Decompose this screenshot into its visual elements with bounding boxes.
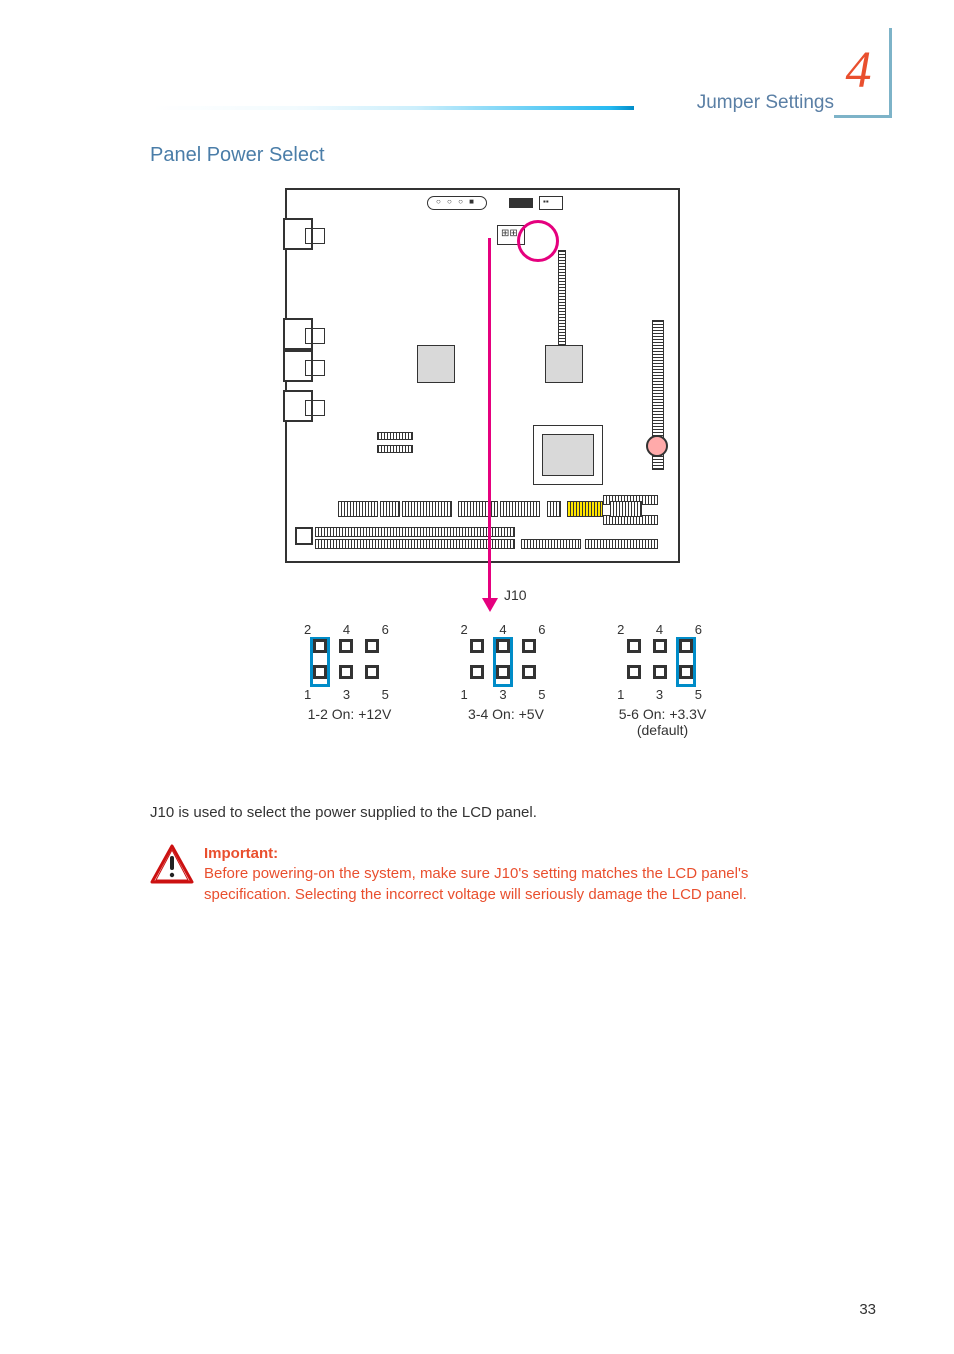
callout-circle [517, 220, 559, 262]
header-title: Jumper Settings [697, 92, 834, 114]
jumper-option-3: 2 4 6 1 3 5 5-6 On: +3.3V (default) [609, 622, 716, 742]
jumper-ref-label: J10 [504, 587, 527, 603]
jumper-pins [313, 639, 385, 685]
warning-body: Before powering-on the system, make sure… [204, 865, 748, 902]
warning-callout: Important: Before powering-on the system… [150, 844, 764, 905]
jumper-default: (default) [637, 722, 688, 738]
pins-bottom-label: 1 3 5 [609, 687, 716, 702]
motherboard-diagram [285, 188, 680, 563]
pins-bottom-label: 1 3 5 [453, 687, 560, 702]
jumper-setting: 3-4 On: +5V [468, 706, 544, 722]
callout-arrow-line [488, 238, 491, 602]
pins-top-label: 2 4 6 [609, 622, 716, 637]
pins-top-label: 2 4 6 [296, 622, 403, 637]
jumper-options-row: 2 4 6 1 3 5 1-2 On: +12V 2 4 6 1 3 5 3-4… [296, 622, 716, 742]
pins-top-label: 2 4 6 [453, 622, 560, 637]
jumper-option-1: 2 4 6 1 3 5 1-2 On: +12V [296, 622, 403, 742]
jumper-pins [627, 639, 699, 685]
important-label: Important: [204, 845, 278, 862]
header-gradient [150, 106, 634, 110]
callout-arrow-head [482, 598, 498, 612]
jumper-setting: 5-6 On: +3.3V [619, 706, 707, 722]
warning-icon [150, 844, 194, 884]
jumper-pins [470, 639, 542, 685]
jumper-option-2: 2 4 6 1 3 5 3-4 On: +5V [453, 622, 560, 742]
section-title: Panel Power Select [150, 144, 325, 167]
chapter-number: 4 [846, 41, 878, 102]
page-number: 33 [859, 1301, 876, 1318]
header-bar: Jumper Settings [150, 98, 834, 120]
pins-bottom-label: 1 3 5 [296, 687, 403, 702]
warning-text: Important: Before powering-on the system… [204, 844, 764, 905]
jumper-setting: 1-2 On: +12V [308, 706, 392, 722]
chapter-badge: 4 [834, 28, 892, 118]
body-paragraph: J10 is used to select the power supplied… [150, 804, 764, 821]
